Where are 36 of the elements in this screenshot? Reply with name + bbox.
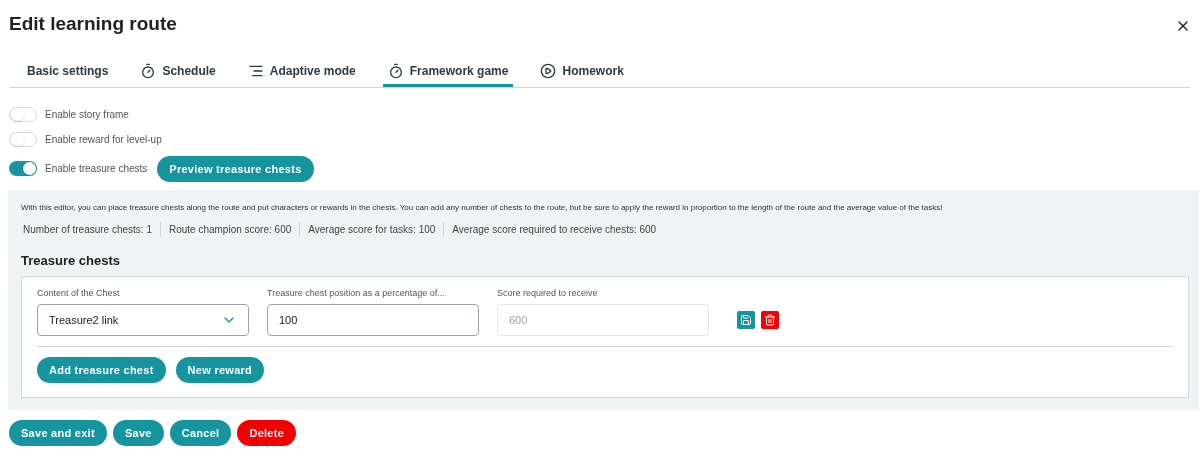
footer-button[interactable]: Save and exit (9, 419, 107, 446)
stat-text: Average score required to receive chests: 600 (443, 221, 665, 237)
play-icon (540, 62, 557, 79)
position-field[interactable]: 100 (267, 303, 479, 336)
tab[interactable]: Homework (535, 61, 629, 87)
dialog-title: Edit learning route (9, 12, 177, 36)
toggle-label: Enable story frame (45, 108, 129, 122)
toggle-switch[interactable] (9, 107, 37, 122)
save-icon[interactable] (737, 310, 755, 329)
field-label: Score required to receive (497, 287, 599, 301)
field-label: Content of the Chest (37, 287, 121, 301)
tab[interactable]: Basic settings (22, 61, 114, 87)
field-label: Treasure chest position as a percentage of... (267, 287, 446, 301)
stat-text: Route champion score: 600 (159, 221, 300, 237)
tab[interactable]: Framework game (382, 61, 514, 87)
toggle-label: Enable reward for level-up (45, 133, 162, 147)
timer-icon (140, 62, 157, 79)
card-button[interactable]: New reward (175, 356, 265, 383)
content-dropdown[interactable]: Treasure2 link (37, 303, 249, 336)
tab[interactable]: Adaptive mode (242, 61, 361, 87)
stat-text: Number of treasure chests: 1 (22, 222, 153, 237)
footer-button[interactable]: Delete (237, 419, 297, 446)
score-field[interactable]: 600 (497, 303, 709, 336)
delete-icon[interactable] (761, 310, 779, 329)
info-text: With this editor, you can place treasure chests along the route and put characters or rewards in the chests. You can add any number of chests to the route, but be sure to apply the reward in proportion to the length of the route and the average value of the tasks! (21, 201, 944, 214)
stat-text: Average score for tasks: 100 (299, 221, 444, 237)
section-title: Treasure chests (21, 251, 121, 270)
preview-button[interactable]: Preview treasure chests (157, 155, 314, 182)
footer-button[interactable]: Save (112, 419, 164, 446)
toggle-switch[interactable] (9, 161, 37, 177)
toggle-switch[interactable] (9, 132, 37, 147)
timer-icon (387, 62, 404, 79)
footer-button[interactable]: Cancel (169, 419, 232, 446)
toggle-label: Enable treasure chests (45, 162, 148, 177)
tab[interactable]: Schedule (135, 61, 221, 87)
card-button[interactable]: Add treasure chest (37, 356, 166, 383)
